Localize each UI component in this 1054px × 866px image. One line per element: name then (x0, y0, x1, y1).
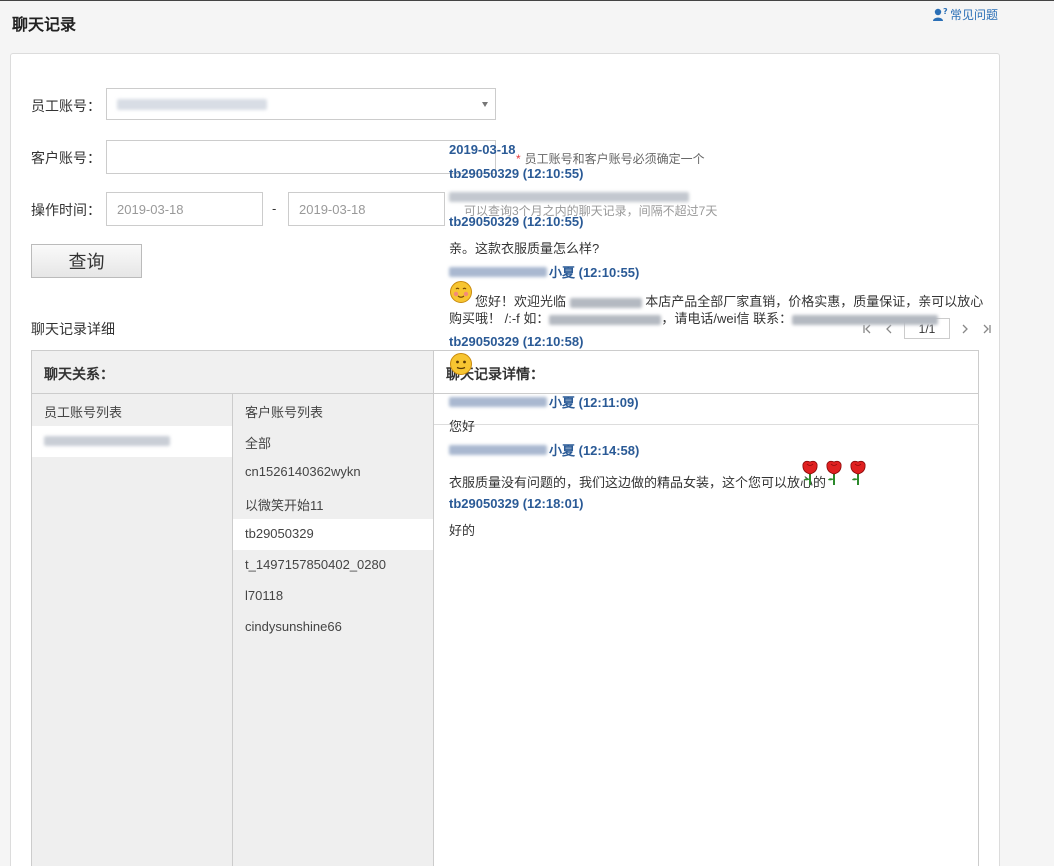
help-user-icon: ? (932, 7, 948, 22)
next-page-icon (962, 324, 968, 333)
rose-icons (801, 460, 867, 486)
staff-name-redacted (449, 444, 547, 455)
top-border (0, 0, 1054, 1)
message-text: 衣服质量没有问题的，我们这边做的精品女装，这个您可以放心的 (449, 475, 827, 490)
customer-item[interactable]: t_1497157850402_0280 (233, 550, 433, 581)
staff-list-item[interactable] (32, 426, 232, 457)
message-sender-text: 小夏 (12:10:55) (549, 265, 640, 280)
message-sender-text: 小夏 (12:11:09) (549, 395, 639, 410)
staff-list-header: 员工账号列表 (44, 405, 123, 420)
message-sender-staff: 小夏 (12:14:58) (449, 440, 639, 459)
rose-icon (802, 460, 818, 485)
dropdown-arrow-icon (482, 102, 488, 107)
message-sender-text: 小夏 (12:14:58) (549, 443, 640, 458)
required-note-text: 员工账号和客户账号必须确定一个 (524, 152, 705, 166)
rose-icon (850, 460, 866, 485)
required-star: * (516, 152, 521, 166)
message-text-c: 购买哦！ /:-f 如： (449, 311, 550, 326)
relation-header: 聊天关系： (32, 351, 434, 394)
message-text: 亲。这款衣服质量怎么样? (449, 241, 600, 256)
staff-name-redacted (449, 396, 547, 407)
customer-list-header: 客户账号列表 (245, 405, 324, 420)
customer-item[interactable]: l70118 (233, 581, 433, 612)
customer-item[interactable]: cindysunshine66 (233, 612, 433, 643)
page-title: 聊天记录 (12, 17, 77, 34)
rose-icon (826, 460, 842, 485)
message-sender: tb29050329 (12:10:58) (449, 334, 584, 349)
detail-header: 聊天记录详情： (434, 351, 979, 394)
time-label: 操作时间： (31, 202, 101, 218)
shy-smiley-icon (449, 280, 473, 304)
message-sender: tb29050329 (12:10:55) (449, 166, 584, 181)
customer-item-all[interactable]: 全部 (233, 426, 433, 457)
date-separator: - (272, 201, 277, 216)
staff-name-redacted (449, 266, 547, 277)
message-sender: tb29050329 (12:18:01) (449, 496, 584, 511)
section-title: 聊天记录详细 (31, 321, 115, 337)
message-text: 好的 (449, 523, 476, 538)
staff-list: 员工账号列表 (32, 394, 233, 866)
customer-item[interactable]: cn1526140362wykn (233, 457, 433, 488)
smiley-icon (449, 352, 473, 376)
faq-label[interactable]: 常见问题 (950, 6, 998, 23)
chat-date: 2019-03-18 (449, 142, 516, 157)
required-note: * 员工账号和客户账号必须确定一个 (516, 150, 705, 167)
message-text-d: ，请电话/wei信 联系： (661, 311, 793, 326)
query-button[interactable]: 查询 (31, 244, 142, 278)
message-link-redacted[interactable] (449, 190, 689, 205)
last-page-icon (983, 324, 991, 333)
date-from-input[interactable]: 2019-03-18 (106, 192, 263, 226)
svg-text:?: ? (943, 7, 948, 16)
message-text-b: 本店产品全部厂家直销，价格实惠，质量保证，亲可以放心 (645, 294, 984, 309)
customer-item[interactable]: 以微笑开始11 (233, 488, 433, 519)
date-to-input[interactable]: 2019-03-18 (288, 192, 445, 226)
staff-account-select[interactable] (106, 88, 496, 120)
message-sender-staff: 小夏 (12:10:55) (449, 262, 639, 281)
message-sender-staff: 小夏 (12:11:09) (449, 392, 639, 411)
customer-label: 客户账号： (31, 150, 101, 166)
message-text: 您好 (449, 419, 476, 434)
staff-name-redacted (44, 436, 170, 446)
staff-account-value-redacted (117, 98, 267, 110)
faq-link[interactable]: ? 常见问题 (932, 6, 998, 23)
staff-label: 员工账号： (31, 98, 101, 114)
last-page-button[interactable] (976, 319, 998, 339)
next-page-button[interactable] (954, 319, 976, 339)
message-sender: tb29050329 (12:10:55) (449, 214, 584, 229)
message-text-part: 购买哦！ /:-f 如： ，请电话/wei信 联系： (449, 308, 939, 327)
customer-list: 客户账号列表 全部 cn1526140362wykn 以微笑开始11 tb290… (233, 394, 434, 866)
message-text-a: 您好！欢迎光临 (475, 294, 567, 309)
chat-table: 聊天关系： 聊天记录详情： 员工账号列表 客户账号列表 全部 cn1526140… (31, 350, 979, 866)
customer-account-input[interactable] (106, 140, 496, 174)
customer-item-selected[interactable]: tb29050329 (233, 519, 433, 550)
